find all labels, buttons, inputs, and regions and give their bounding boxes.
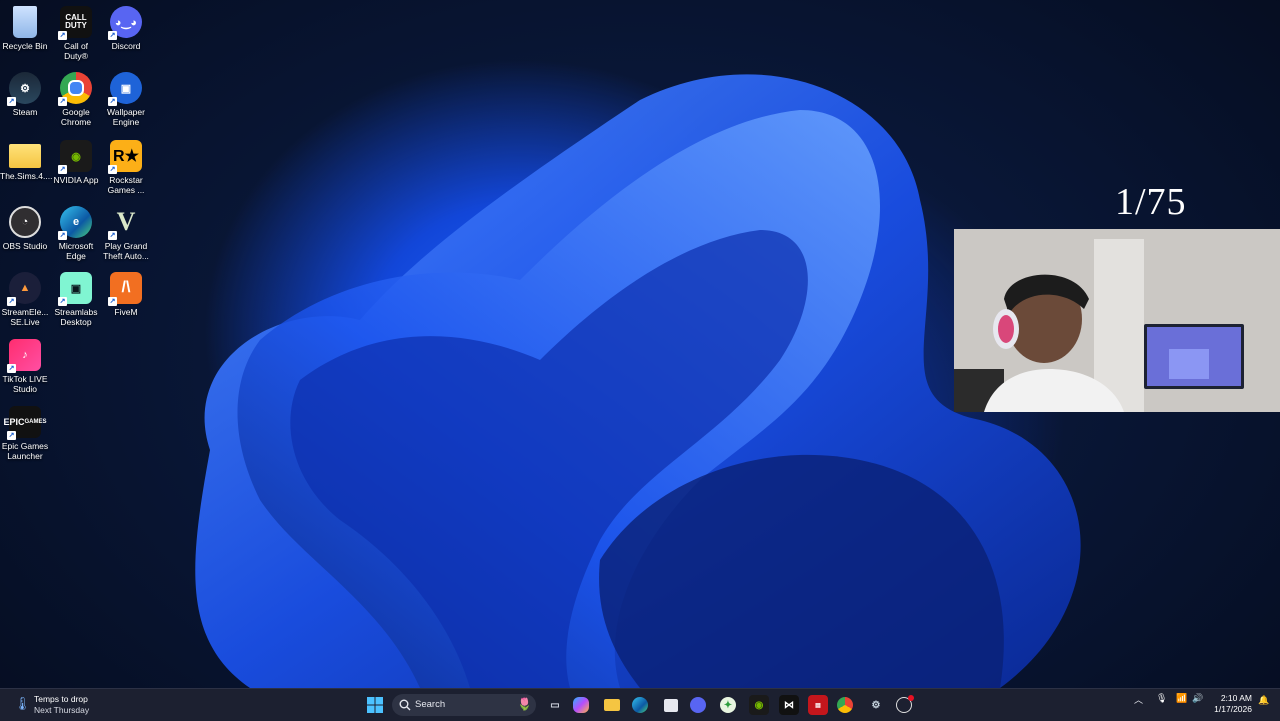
microphone-icon[interactable]: 🎙: [1156, 693, 1167, 704]
desktop-icon-wallpaper-engine[interactable]: ▣ ↗ Wallpaper Engine: [101, 72, 151, 127]
steam-taskbar-icon[interactable]: ⚙: [866, 695, 886, 715]
desktop-icons: Recycle Bin CALL DUTY ↗ Call of Duty® ◕‿◕ ↗…: [0, 0, 160, 470]
counter-overlay: 1/75: [1115, 181, 1187, 223]
epic-games-icon: EPIC GAMES ↗: [3, 406, 47, 440]
desktop-icon-tiktok-live[interactable]: ♪ ↗ TikTok LIVE Studio: [0, 339, 50, 394]
chevron-up-icon[interactable]: ︿: [1134, 693, 1143, 706]
desktop-icon-rockstar[interactable]: R★ ↗ Rockstar Games ...: [101, 140, 151, 195]
desktop-icon-discord[interactable]: ◕‿◕ ↗ Discord: [101, 6, 151, 51]
nvidia-taskbar-icon[interactable]: ◉: [749, 695, 769, 715]
desktop-icon-streamlabs[interactable]: ▣ ↗ Streamlabs Desktop: [51, 272, 101, 327]
desktop-icon-fivem[interactable]: /\ ↗ FiveM: [101, 272, 151, 317]
weather-line1: Temps to drop: [34, 694, 88, 704]
taskbar-search[interactable]: Search 🌷: [392, 694, 536, 716]
chrome-icon: ↗: [58, 72, 92, 106]
robinhood-icon[interactable]: ✦: [720, 697, 736, 713]
folder-icon: [9, 144, 41, 168]
desktop-icon-edge[interactable]: e ↗ Microsoft Edge: [51, 206, 101, 261]
taskbar-clock[interactable]: 2:10 AM 1/17/2026: [1212, 693, 1252, 715]
store-icon[interactable]: [661, 695, 681, 715]
file-explorer-icon[interactable]: [602, 695, 622, 715]
capcut-icon[interactable]: ⋈: [779, 695, 799, 715]
call-of-duty-icon: CALL DUTY ↗: [58, 6, 92, 40]
desktop-icon-call-of-duty[interactable]: CALL DUTY ↗ Call of Duty®: [51, 6, 101, 61]
recycle-bin-icon: [13, 6, 37, 38]
desktop-icon-chrome[interactable]: ↗ Google Chrome: [51, 72, 101, 127]
streamlabs-icon: ▣ ↗: [58, 272, 92, 306]
desktop-icon-gta[interactable]: V ↗ Play Grand Theft Auto...: [101, 206, 151, 261]
desktop-icon-steam[interactable]: ⚙ ↗ Steam: [0, 72, 50, 117]
rockstar-icon: R★ ↗: [108, 140, 142, 174]
gta-icon: V ↗: [108, 207, 136, 240]
desktop-icon-recycle-bin[interactable]: Recycle Bin: [0, 6, 50, 51]
start-icon[interactable]: [365, 695, 385, 715]
search-icon: [399, 699, 411, 711]
tiktok-icon: ♪ ↗: [7, 339, 41, 373]
obs-taskbar-icon[interactable]: [896, 695, 914, 713]
edge-icon: e ↗: [58, 206, 92, 240]
streamelements-icon: ▲ ↗: [7, 272, 41, 306]
edge-taskbar-icon[interactable]: [632, 697, 648, 713]
wifi-icon[interactable]: 📶: [1176, 693, 1187, 704]
desktop-icon-obs[interactable]: ◔ OBS Studio: [0, 206, 50, 251]
weather-line2: Next Thursday: [34, 705, 90, 715]
copilot-icon[interactable]: [573, 697, 589, 713]
weather-alert-icon: 🌡: [14, 696, 31, 711]
search-placeholder: Search: [415, 699, 446, 710]
desktop-icon-nvidia[interactable]: ◉ ↗ NVIDIA App: [51, 140, 101, 185]
widgets-icon: 🌷: [517, 697, 532, 711]
chrome-taskbar-icon[interactable]: [837, 697, 853, 713]
desktop-icon-sims-folder[interactable]: The.Sims.4....: [0, 140, 52, 181]
obs-icon: ◔: [9, 206, 41, 238]
taskbar: 🌡 Temps to drop Next Thursday Search 🌷 ▭…: [0, 688, 1280, 721]
desktop-icon-streamelements[interactable]: ▲ ↗ StreamEle... SE.Live: [0, 272, 50, 327]
volume-icon[interactable]: 🔊: [1192, 693, 1203, 704]
nvidia-icon: ◉ ↗: [58, 140, 92, 174]
task-view-icon[interactable]: ▭: [545, 695, 565, 715]
fivem-icon: /\ ↗: [108, 272, 142, 306]
discord-icon: ◕‿◕ ↗: [108, 6, 142, 40]
desktop-icon-epic-games[interactable]: EPIC GAMES ↗ Epic Games Launcher: [0, 406, 50, 461]
notifications-icon[interactable]: 🔔: [1258, 695, 1269, 706]
steam-icon: ⚙ ↗: [7, 72, 41, 106]
clock-date: 1/17/2026: [1214, 704, 1252, 714]
news-icon[interactable]: ▤: [808, 695, 828, 715]
webcam-overlay: [954, 229, 1280, 412]
discord-taskbar-icon[interactable]: [690, 697, 706, 713]
clock-time: 2:10 AM: [1220, 693, 1252, 703]
wallpaper-engine-icon: ▣ ↗: [108, 72, 142, 106]
